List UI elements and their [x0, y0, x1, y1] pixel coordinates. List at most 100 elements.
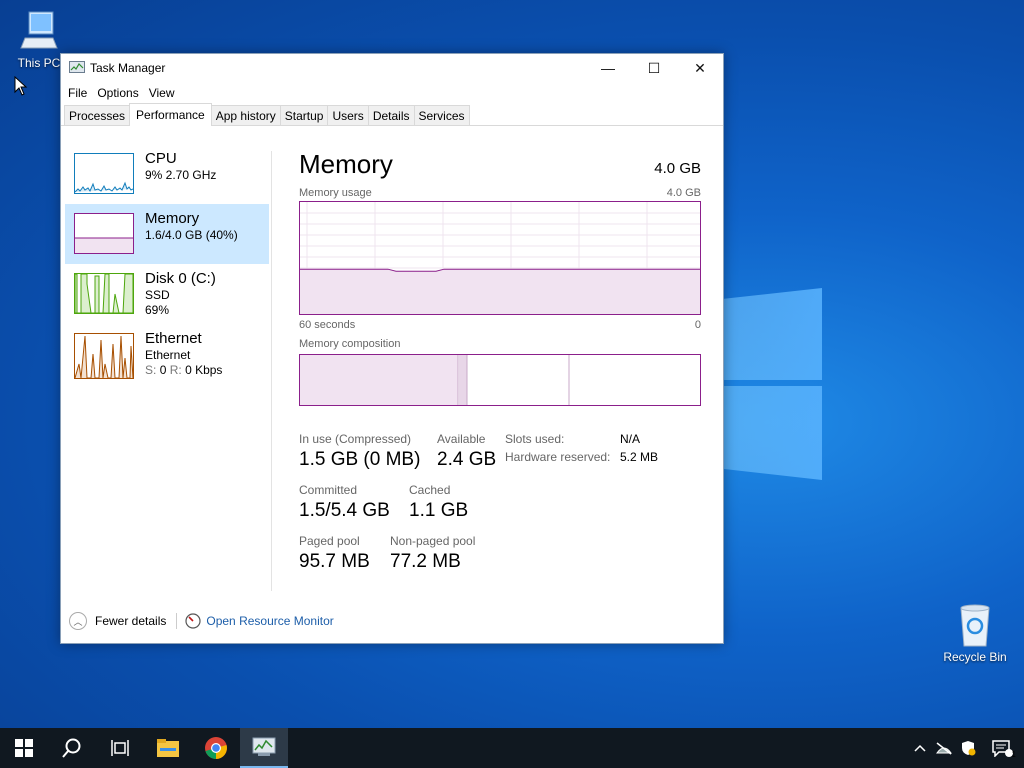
- in-use-label: In use (Compressed): [299, 432, 412, 446]
- window-title: Task Manager: [90, 61, 166, 75]
- ethernet-recv-label: R:: [169, 363, 182, 377]
- start-button[interactable]: [0, 728, 48, 768]
- memory-composition-bar: [299, 354, 701, 406]
- time-left-label: 60 seconds: [299, 319, 356, 331]
- start-icon: [15, 739, 33, 757]
- committed-label: Committed: [299, 483, 358, 497]
- close-button[interactable]: ✕: [677, 54, 723, 82]
- ethernet-send-label: S:: [145, 363, 157, 377]
- tab-app-history[interactable]: App history: [210, 105, 281, 125]
- fewer-details-button[interactable]: Fewer details: [95, 614, 166, 628]
- open-resource-monitor-link[interactable]: Open Resource Monitor: [206, 614, 333, 628]
- mouse-cursor-icon: [14, 76, 28, 96]
- minimize-button[interactable]: —: [585, 54, 631, 82]
- resource-item-ethernet[interactable]: Ethernet Ethernet S: 0 R: 0 Kbps: [65, 324, 269, 394]
- ethernet-thumbnail-graph: [74, 333, 134, 379]
- memory-detail: 1.6/4.0 GB (40%): [145, 228, 238, 242]
- search-button[interactable]: [48, 728, 96, 768]
- window-footer: ︿ Fewer details Open Resource Monitor: [69, 612, 334, 630]
- menu-file[interactable]: File: [63, 86, 92, 100]
- chrome-button[interactable]: [192, 728, 240, 768]
- maximize-button[interactable]: ☐: [631, 54, 677, 82]
- composition-modified: [459, 355, 467, 405]
- notifications-button[interactable]: 1: [980, 728, 1024, 768]
- notification-count: 1: [1011, 750, 1016, 759]
- sidebar-divider: [271, 151, 272, 591]
- usage-graph-label: Memory usage: [299, 187, 372, 199]
- usage-area: [300, 269, 700, 314]
- memory-thumbnail-graph: [74, 213, 134, 254]
- resource-list: CPU 9% 2.70 GHz Memory 1.6/4.0 GB (40%): [65, 144, 269, 394]
- file-explorer-button[interactable]: [144, 728, 192, 768]
- ethernet-name: Ethernet: [145, 330, 202, 347]
- security-warning-icon[interactable]: [956, 728, 980, 768]
- chrome-icon: [205, 737, 227, 759]
- tab-details[interactable]: Details: [367, 105, 415, 125]
- cached-value: 1.1 GB: [409, 500, 469, 521]
- chevron-up-icon[interactable]: ︿: [69, 612, 87, 630]
- tab-startup[interactable]: Startup: [279, 105, 329, 125]
- hardware-reserved-value: 5.2 MB: [620, 450, 659, 464]
- disk-name: Disk 0 (C:): [145, 270, 216, 287]
- tab-strip: Processes Performance App history Startu…: [61, 103, 723, 126]
- menu-view[interactable]: View: [144, 86, 180, 100]
- chevron-up-icon[interactable]: [908, 728, 932, 768]
- disk-type: SSD: [145, 288, 170, 302]
- recycle-bin-icon: [960, 604, 990, 647]
- windows-wallpaper-logo: [722, 288, 822, 480]
- memory-total: 4.0 GB: [654, 160, 701, 177]
- recycle-bin-label: Recycle Bin: [943, 650, 1007, 664]
- system-tray: 1: [908, 728, 1024, 768]
- menu-bar: File Options View: [61, 82, 723, 104]
- available-value: 2.4 GB: [437, 449, 497, 470]
- tab-users[interactable]: Users: [327, 105, 369, 125]
- task-manager-icon: [252, 737, 276, 756]
- non-paged-pool-value: 77.2 MB: [390, 551, 461, 572]
- ethernet-sub: Ethernet: [145, 348, 191, 362]
- memory-usage-graph: [299, 201, 701, 315]
- tab-performance[interactable]: Performance: [129, 103, 212, 126]
- task-view-button[interactable]: [96, 728, 144, 768]
- file-explorer-icon: [157, 739, 179, 757]
- task-manager-taskbar-button[interactable]: [240, 728, 288, 768]
- time-right-label: 0: [694, 319, 701, 331]
- task-view-icon: [111, 740, 129, 756]
- resource-item-disk[interactable]: Disk 0 (C:) SSD 69%: [65, 264, 269, 324]
- paged-pool-label: Paged pool: [299, 534, 360, 548]
- task-manager-window: Task Manager — ☐ ✕ File Options View Pro…: [60, 53, 724, 644]
- resource-item-memory[interactable]: Memory 1.6/4.0 GB (40%): [65, 204, 269, 264]
- action-center-icon: [992, 740, 1013, 757]
- committed-value: 1.5/5.4 GB: [299, 500, 390, 521]
- cpu-thumbnail-graph: [74, 153, 134, 194]
- cpu-name: CPU: [145, 150, 177, 167]
- resource-monitor-icon[interactable]: [185, 613, 201, 629]
- tab-processes[interactable]: Processes: [64, 105, 131, 125]
- desktop-icon-recycle-bin[interactable]: Recycle Bin: [940, 602, 1010, 664]
- menu-options[interactable]: Options: [92, 86, 143, 100]
- composition-in-use: [300, 355, 458, 405]
- memory-name: Memory: [145, 210, 200, 227]
- resource-item-cpu[interactable]: CPU 9% 2.70 GHz: [65, 144, 269, 204]
- footer-separator: [176, 613, 178, 629]
- network-offline-icon[interactable]: [932, 728, 956, 768]
- ethernet-recv-value: 0 Kbps: [185, 363, 223, 377]
- composition-label: Memory composition: [299, 338, 401, 350]
- taskbar: 1: [0, 728, 1024, 768]
- paged-pool-value: 95.7 MB: [299, 551, 370, 572]
- in-use-value: 1.5 GB (0 MB): [299, 449, 421, 470]
- disk-thumbnail-graph: [74, 273, 134, 314]
- slots-used-value: N/A: [620, 432, 641, 446]
- slots-used-label: Slots used:: [505, 432, 565, 446]
- cached-label: Cached: [409, 483, 451, 497]
- search-icon: [62, 738, 81, 758]
- non-paged-pool-label: Non-paged pool: [390, 534, 476, 548]
- hardware-reserved-label: Hardware reserved:: [505, 450, 611, 464]
- cpu-detail: 9% 2.70 GHz: [145, 168, 217, 182]
- title-bar[interactable]: Task Manager — ☐ ✕: [61, 54, 723, 82]
- usage-graph-max: 4.0 GB: [666, 187, 701, 199]
- performance-content: CPU 9% 2.70 GHz Memory 1.6/4.0 GB (40%): [61, 127, 723, 597]
- tab-services[interactable]: Services: [413, 105, 470, 125]
- task-manager-icon: [69, 61, 85, 73]
- ethernet-send-value: 0: [159, 363, 167, 377]
- disk-percent: 69%: [145, 303, 170, 317]
